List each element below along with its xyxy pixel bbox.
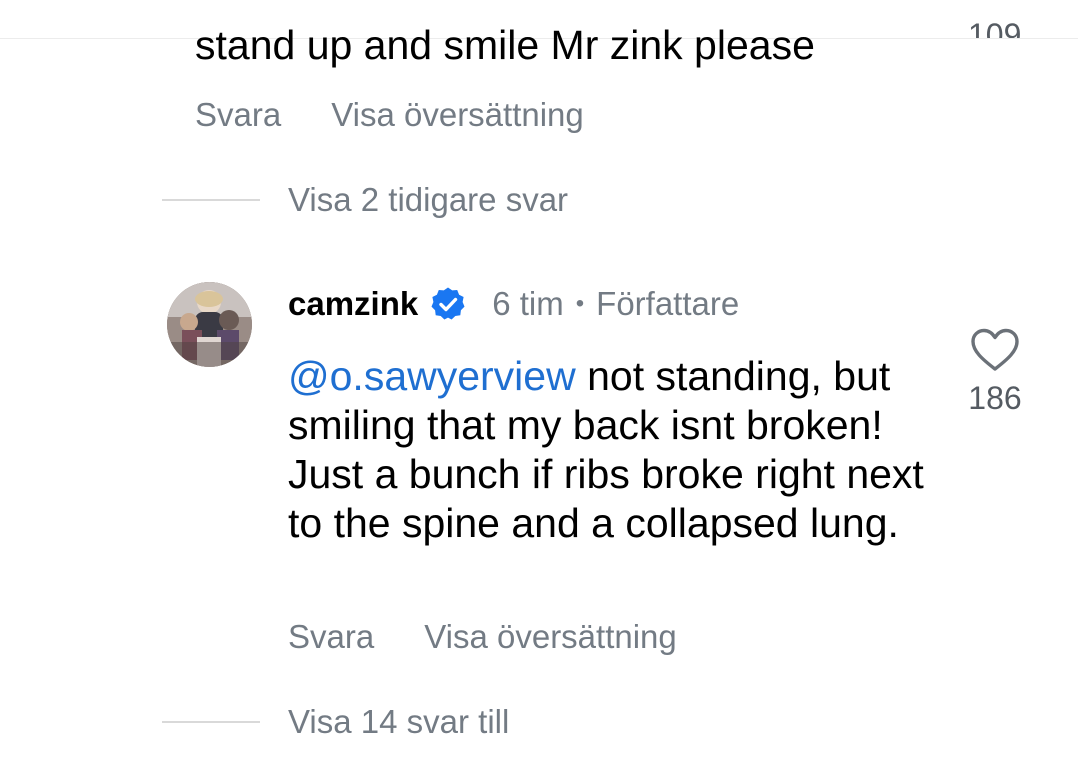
separator-dot: • xyxy=(575,290,585,317)
comments-thread: stand up and smile Mr zink please 109 Sv… xyxy=(0,0,1078,777)
heart-outline-icon[interactable] xyxy=(970,328,1020,372)
username[interactable]: camzink xyxy=(288,285,418,323)
show-translation-button[interactable]: Visa översättning xyxy=(331,95,584,135)
author-label: Författare xyxy=(596,285,740,322)
previous-comment-actions: Svara Visa översättning xyxy=(195,95,584,135)
avatar[interactable] xyxy=(167,282,252,367)
show-earlier-replies-button[interactable]: Visa 2 tidigare svar xyxy=(162,180,568,220)
thread-line xyxy=(162,721,260,723)
like-count: 186 xyxy=(968,380,1022,416)
reply-actions: Svara Visa översättning xyxy=(288,617,677,657)
show-more-replies-button[interactable]: Visa 14 svar till xyxy=(162,702,509,742)
avatar-image xyxy=(167,282,252,367)
timestamp: 6 tim xyxy=(492,285,564,322)
verified-badge-icon xyxy=(430,286,466,322)
show-translation-button[interactable]: Visa översättning xyxy=(424,617,677,657)
reply-header: camzink 6 tim • Författare xyxy=(288,282,739,326)
previous-comment-text: stand up and smile Mr zink please xyxy=(195,22,815,68)
previous-comment-like-count: 109 xyxy=(968,17,1022,38)
mention-link[interactable]: @o.sawyerview xyxy=(288,353,576,399)
like-block: 186 xyxy=(962,328,1028,417)
show-more-replies-label: Visa 14 svar till xyxy=(288,703,510,740)
show-earlier-replies-label: Visa 2 tidigare svar xyxy=(288,181,569,218)
reply-button[interactable]: Svara xyxy=(288,617,374,657)
thread-line xyxy=(162,199,260,201)
reply-text: @o.sawyerview not standing, but smiling … xyxy=(288,352,928,548)
reply-button[interactable]: Svara xyxy=(195,95,281,135)
